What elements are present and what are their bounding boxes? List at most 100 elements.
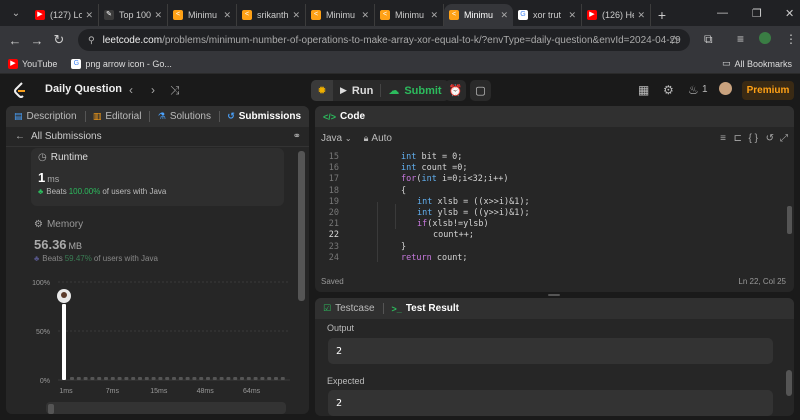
close-tab-icon[interactable]: ✕ [292,10,300,21]
browser-tab[interactable]: ▶ (127) Lo ✕ [30,4,99,26]
streak-count: 1 [702,84,708,95]
line-number: 22 [328,230,339,241]
memory-label[interactable]: ⚙ Memory [34,219,83,230]
close-tab-icon[interactable]: ✕ [223,10,231,21]
url-input[interactable]: ⚲ leetcode.com/problems/minimum-number-o… [78,29,690,51]
y-tick-label: 100% [32,280,50,287]
browser-tab[interactable]: < srikanth ✕ [237,4,306,26]
distribution-bar [117,377,122,380]
distribution-bar [151,377,156,380]
close-tab-icon[interactable]: ✕ [85,10,93,21]
bookmark-icon[interactable]: ⊏ [734,133,742,144]
reset-icon[interactable]: ↺ [766,133,774,144]
code-tab[interactable]: </> Code [323,111,365,122]
testcase-tab[interactable]: ☑ Testcase [323,303,375,314]
tab-title: Top 100 [119,10,152,20]
distribution-bar [219,377,224,380]
auto-mode-toggle[interactable]: 🔒︎ Auto [364,133,392,144]
code-scrollbar[interactable] [787,206,792,234]
result-scrollbar[interactable] [786,370,792,396]
all-submissions-link[interactable]: All Submissions [31,131,102,142]
distribution-bar [267,377,272,380]
panel-resize-handle[interactable] [548,294,560,296]
folder-icon: ▭ [721,58,731,68]
reload-icon[interactable]: ↻ [48,32,70,48]
close-tab-icon[interactable]: ✕ [154,10,162,21]
runtime-card[interactable]: ◷ Runtime 1 ms ♣ Beats 100.00% of users w… [31,148,284,206]
tab-editorial[interactable]: ▥ Editorial [93,111,142,122]
premium-button[interactable]: Premium [742,81,794,100]
indent-guide [377,202,378,262]
debug-button[interactable]: ✹ [311,80,333,101]
back-icon[interactable]: ← [4,33,26,48]
forward-icon[interactable]: → [26,33,48,48]
tab-submissions[interactable]: ↺ Submissions [227,111,301,122]
timer-button[interactable]: ⏰ [445,80,466,101]
code-editor[interactable]: 15 int bit = 0; 16 int count =0; 17 for(int i… [315,152,794,276]
bookmark-item[interactable]: Gpng arrow icon - Go... [71,58,172,69]
close-tab-icon[interactable]: ✕ [637,10,645,21]
close-window-button[interactable]: ✕ [785,0,794,26]
close-tab-icon[interactable]: ✕ [430,10,438,21]
language-select[interactable]: Java ⌄ [321,133,352,144]
distribution-bar [144,377,149,380]
code-text: int ylsb = ((y>>i)&1); [417,208,530,218]
prev-question-icon[interactable]: ‹ [129,83,133,97]
test-result-tab[interactable]: >_ Test Result [392,303,459,314]
line-number: 16 [328,163,339,174]
next-question-icon[interactable]: › [151,83,155,97]
submit-button[interactable]: ☁ Submit [381,80,448,101]
user-avatar[interactable] [719,82,732,95]
code-line: 16 int count =0; [315,163,785,174]
browser-tab[interactable]: < Minimu ✕ [444,4,513,26]
favicon-icon: ▶ [35,10,45,20]
distribution-bar [76,377,81,380]
bookmark-star-icon[interactable]: ☆ [669,33,680,47]
profile-avatar[interactable] [759,32,771,44]
back-arrow-icon[interactable]: ← [15,131,25,142]
format-icon[interactable]: ≡ [720,133,726,144]
terminal-icon: >_ [391,303,402,314]
chrome-menu-icon[interactable]: ⋮ [785,32,797,46]
minimize-button[interactable]: — [717,0,728,26]
code-line: 20 int ylsb = ((y>>i)&1); [315,208,785,219]
fullscreen-icon[interactable]: ⤢ [780,133,788,144]
browser-tab[interactable]: < Minimu ✕ [375,4,444,26]
extensions-icon[interactable]: ⧉ [704,32,713,47]
browser-tab[interactable]: ▶ (126) He ✕ [582,4,651,26]
leetcode-logo-icon[interactable] [13,82,27,98]
settings-gear-icon[interactable]: ⚙ [663,83,674,97]
code-token: int [401,152,417,162]
tab-solutions[interactable]: ⚗ Solutions [158,111,211,122]
browser-tab[interactable]: < Minimu ✕ [306,4,375,26]
address-bar-row: ← → ↻ ⚲ leetcode.com/problems/minimum-nu… [0,26,800,54]
run-button[interactable]: ▶ Run [333,80,380,101]
site-info-icon[interactable]: ⚲ [88,35,95,46]
left-panel-scrollbar[interactable] [298,151,305,301]
tab-search-icon[interactable]: ≡ [737,32,744,46]
chart-range-slider[interactable] [46,402,286,414]
browser-tab[interactable]: ✎ Top 100 ✕ [99,4,168,26]
browser-tab[interactable]: Gxor trut ✕ [513,4,582,26]
braces-icon[interactable]: { } [749,133,758,144]
daily-question-title[interactable]: Daily Question [45,83,122,95]
tab-search-button[interactable]: ⌄ [6,3,26,23]
layout-icon[interactable]: ▦ [638,83,649,97]
all-bookmarks-button[interactable]: ▭ All Bookmarks [722,58,792,69]
share-link-icon[interactable]: ⚭ [293,131,301,142]
close-tab-icon[interactable]: ✕ [568,10,576,21]
new-tab-button[interactable]: + [651,4,673,26]
bookmark-item[interactable]: ▶ YouTube [8,58,57,69]
streak-fire-icon[interactable]: ♨ [688,83,699,97]
shuffle-icon[interactable]: ⤨ [170,83,180,98]
output-label: Output [327,323,355,333]
close-tab-icon[interactable]: ✕ [361,10,369,21]
line-number: 24 [328,252,339,263]
close-tab-icon[interactable]: ✕ [500,10,508,21]
browser-tab[interactable]: < Minimu ✕ [168,4,237,26]
tab-description[interactable]: ▤ Description [14,111,77,122]
maximize-button[interactable]: ❐ [752,0,762,26]
notes-button[interactable]: ▢ [470,80,491,101]
slider-handle[interactable] [48,404,54,414]
x-tick-label: 48ms [197,388,215,395]
